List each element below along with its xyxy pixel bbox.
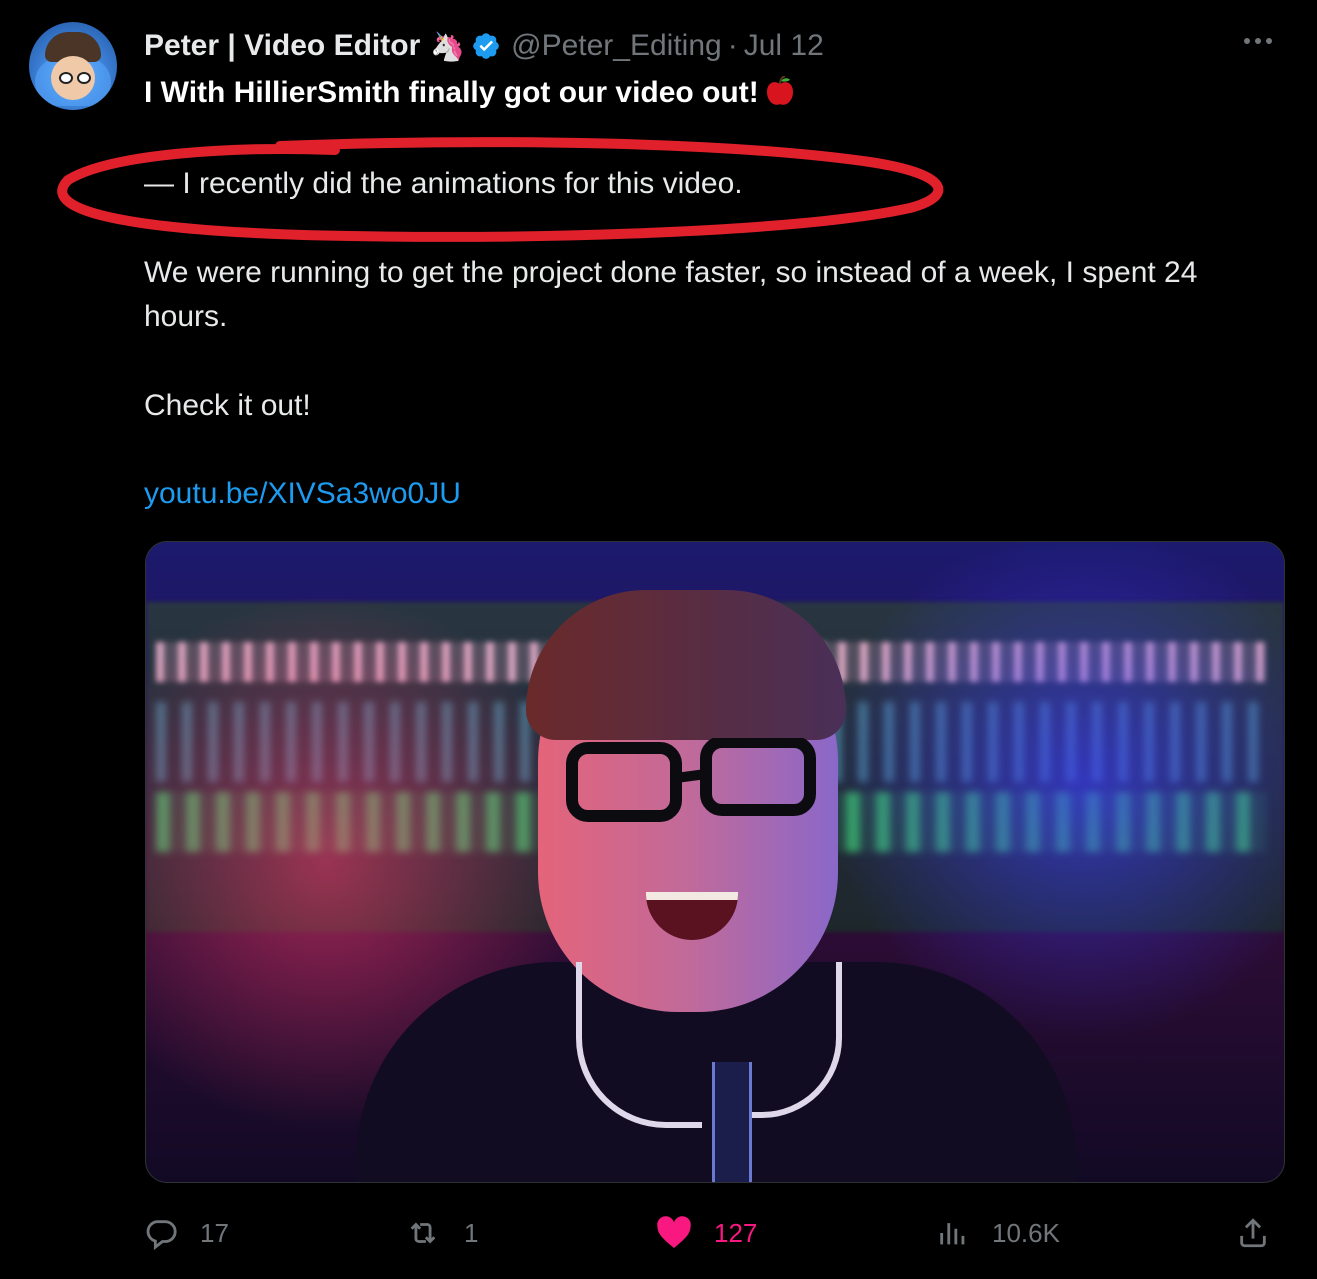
reply-icon bbox=[146, 1220, 177, 1250]
unicorn-emoji: 🦄 bbox=[430, 30, 466, 62]
like-button[interactable]: 127 bbox=[656, 1208, 757, 1258]
views-button[interactable]: 10.6K bbox=[936, 1208, 1060, 1258]
tweet-line-1: I With HillierSmith finally got our vide… bbox=[144, 76, 759, 109]
media-thumbnail[interactable] bbox=[145, 541, 1285, 1183]
reply-button[interactable]: 17 bbox=[144, 1208, 229, 1258]
retweet-button[interactable]: 1 bbox=[404, 1208, 478, 1258]
video-link[interactable]: youtu.be/XIVSa3wo0JU bbox=[144, 472, 461, 516]
more-icon[interactable] bbox=[1244, 38, 1272, 44]
action-bar: 17 1 127 10.6K bbox=[0, 1208, 1317, 1258]
tweet-header: Peter | Video Editor 🦄 @Peter_Editing · … bbox=[144, 26, 824, 66]
views-count: 10.6K bbox=[992, 1217, 1060, 1248]
verified-icon bbox=[473, 33, 499, 59]
separator-dot: · bbox=[727, 29, 738, 62]
views-icon bbox=[940, 1223, 965, 1245]
retweet-count: 1 bbox=[464, 1217, 479, 1248]
tweet-line-4: Check it out! bbox=[144, 389, 311, 422]
tweet-date[interactable]: Jul 12 bbox=[744, 29, 824, 63]
tweet-line-2: — I recently did the animations for this… bbox=[144, 167, 743, 200]
reply-count: 17 bbox=[200, 1217, 229, 1248]
tweet-headline: I With HillierSmith finally got our vide… bbox=[144, 76, 795, 110]
tweet-line-3: We were running to get the project done … bbox=[144, 256, 1198, 333]
author-name[interactable]: Peter | Video Editor bbox=[144, 29, 420, 63]
avatar[interactable] bbox=[29, 22, 117, 110]
author-handle[interactable]: @Peter_Editing bbox=[511, 29, 722, 63]
tweet: Peter | Video Editor 🦄 @Peter_Editing · … bbox=[0, 0, 1317, 1279]
like-icon bbox=[657, 1216, 691, 1248]
retweet-icon bbox=[410, 1222, 436, 1244]
apple-emoji bbox=[766, 76, 793, 105]
share-button[interactable] bbox=[1236, 1208, 1270, 1258]
like-count: 127 bbox=[714, 1217, 758, 1248]
share-icon bbox=[1240, 1218, 1266, 1248]
